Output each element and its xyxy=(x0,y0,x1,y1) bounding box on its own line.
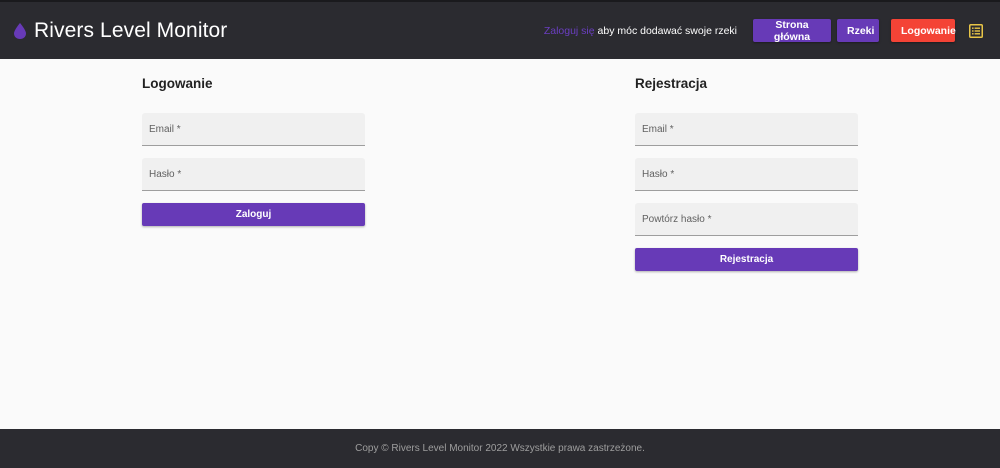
login-title: Logowanie xyxy=(142,76,213,91)
login-password-field[interactable] xyxy=(142,158,365,191)
list-icon[interactable] xyxy=(969,23,983,38)
login-nav-button[interactable]: Logowanie xyxy=(891,19,956,42)
rivers-button[interactable]: Rzeki xyxy=(837,19,879,42)
register-password-field[interactable] xyxy=(635,158,858,191)
home-button[interactable]: Strona główna xyxy=(753,19,831,43)
login-submit-button[interactable]: Zaloguj xyxy=(142,203,365,226)
login-hint-text: aby móc dodawać swoje rzeki xyxy=(594,24,738,37)
footer: Copy © Rivers Level Monitor 2022 Wszystk… xyxy=(0,429,1000,468)
footer-copyright: Copy © Rivers Level Monitor 2022 Wszystk… xyxy=(355,443,645,454)
register-email-field[interactable] xyxy=(635,113,858,146)
login-form: Logowanie Zaloguj xyxy=(142,76,365,226)
login-email-field[interactable] xyxy=(142,113,365,146)
register-title: Rejestracja xyxy=(635,76,708,91)
register-form: Rejestracja Rejestracja xyxy=(635,76,858,271)
register-submit-button[interactable]: Rejestracja xyxy=(635,248,858,271)
app-title: Rivers Level Monitor xyxy=(34,18,228,42)
water-drop-icon xyxy=(14,22,26,39)
brand[interactable]: Rivers Level Monitor xyxy=(14,2,227,59)
top-navbar: Rivers Level Monitor Zaloguj się aby móc… xyxy=(0,0,1000,59)
nav-bar: Zaloguj się aby móc dodawać swoje rzeki … xyxy=(544,2,1000,59)
register-repeat-password-field[interactable] xyxy=(635,203,858,236)
login-hint-link[interactable]: Zaloguj się xyxy=(544,25,595,37)
login-hint: Zaloguj się aby móc dodawać swoje rzeki xyxy=(544,25,737,37)
